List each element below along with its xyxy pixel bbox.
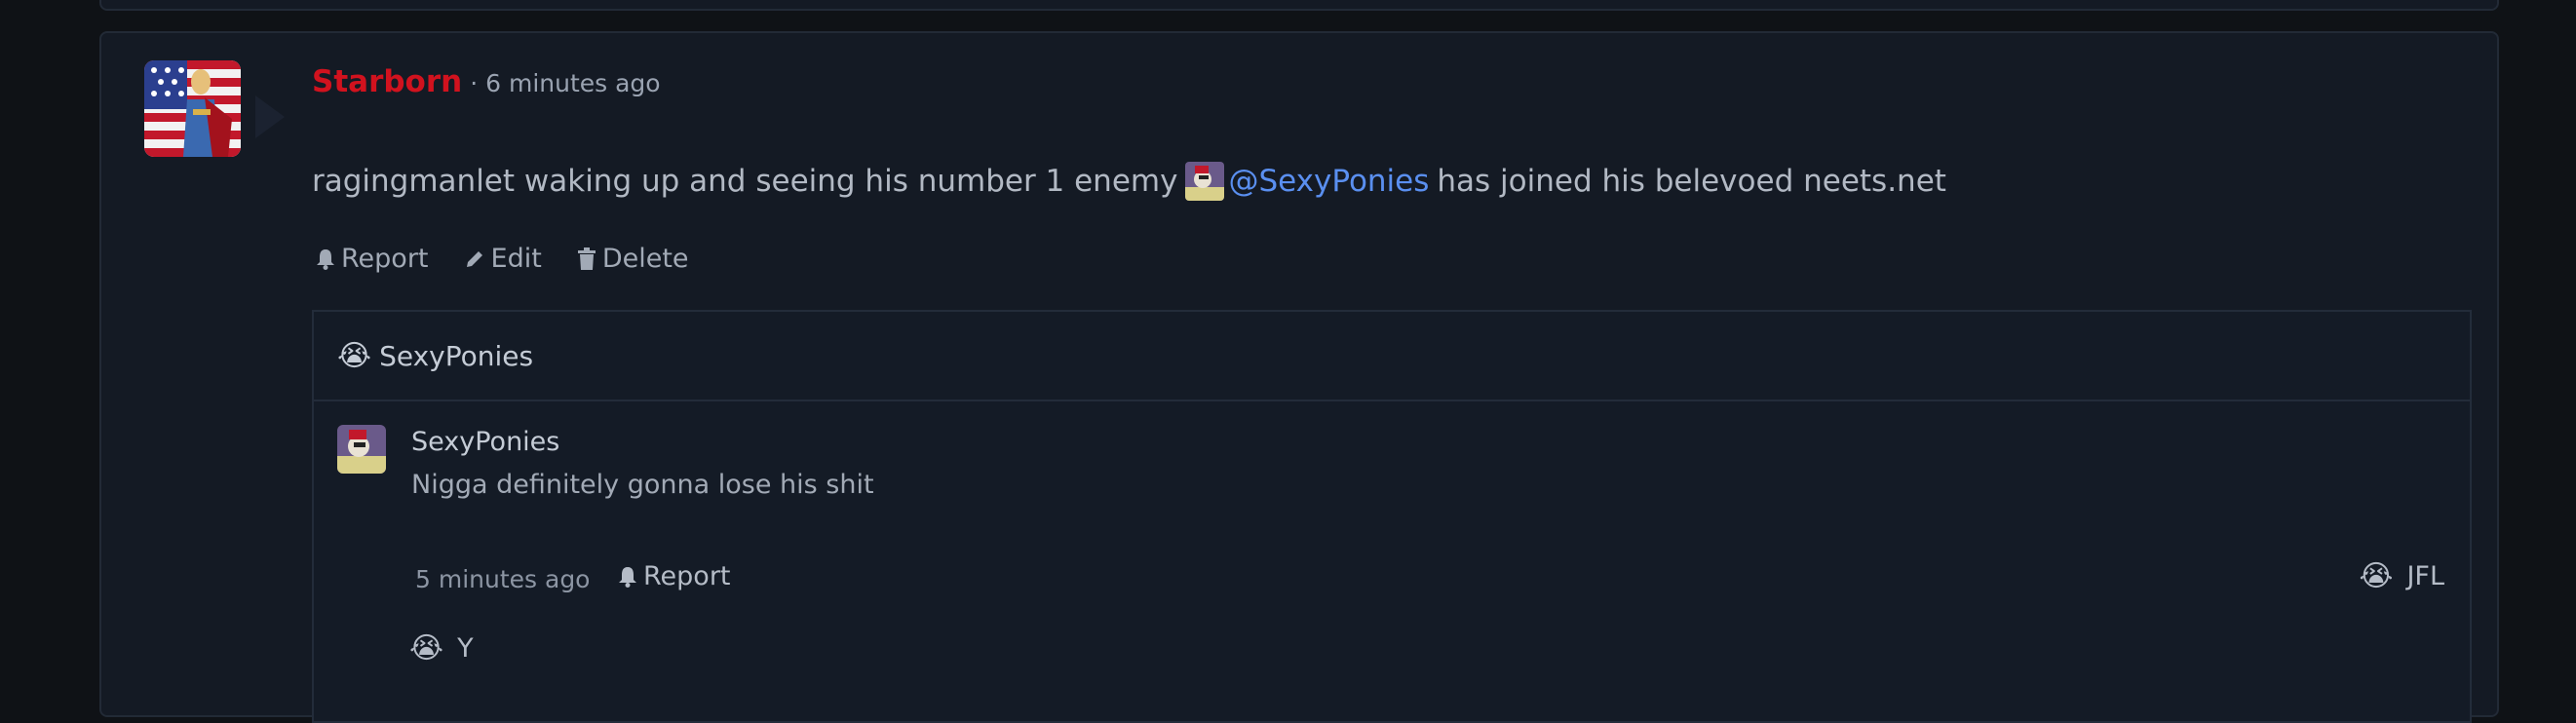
post-body: ragingmanlet waking up and seeing his nu… [312,162,1946,201]
comment-thread: 😭 SexyPonies SexyPonies Nigga definitely… [312,310,2472,723]
mention-avatar [1185,162,1225,201]
post-text-before: ragingmanlet waking up and seeing his nu… [312,164,1178,199]
comment-timestamp: 5 minutes ago [415,565,591,593]
flag-avatar-image [144,60,241,157]
author-name[interactable]: Starborn [312,64,462,99]
bell-icon [619,566,636,588]
next-comment-user[interactable]: Y [457,633,474,664]
previous-post-card [99,0,2499,11]
crying-laughing-emoji-icon: 😭 [2359,559,2394,593]
reaction-button[interactable]: 😭 JFL [2359,559,2444,593]
comment-avatar[interactable] [337,425,386,474]
delete-button[interactable]: Delete [577,244,689,274]
comment-text: Nigga definitely gonna lose his shit [411,470,874,500]
post-timestamp: · 6 minutes ago [470,69,661,97]
crying-laughing-emoji-icon: 😭 [337,338,372,373]
reaction-label: JFL [2406,561,2444,591]
trash-icon [577,247,596,270]
comment-username[interactable]: SexyPonies [411,427,559,457]
mention-link[interactable]: @SexyPonies [1228,164,1429,199]
post-header: Starborn · 6 minutes ago [312,64,661,99]
comment-thread-header: 😭 SexyPonies [314,312,2470,401]
crying-laughing-emoji-icon: 😭 [409,631,444,666]
post-actions: Report Edit Delete [316,244,689,274]
comment-report-button[interactable]: Report [618,561,731,591]
post-text-after: has joined his belevoed neets.net [1437,164,1946,199]
edit-button[interactable]: Edit [464,244,542,274]
next-comment-preview: 😭 Y [409,631,474,666]
thread-header-user[interactable]: SexyPonies [379,340,533,372]
pencil-icon [466,250,482,267]
report-button[interactable]: Report [316,244,429,274]
avatar-pointer [255,95,285,138]
bell-icon [317,248,334,270]
author-avatar[interactable] [144,60,241,157]
